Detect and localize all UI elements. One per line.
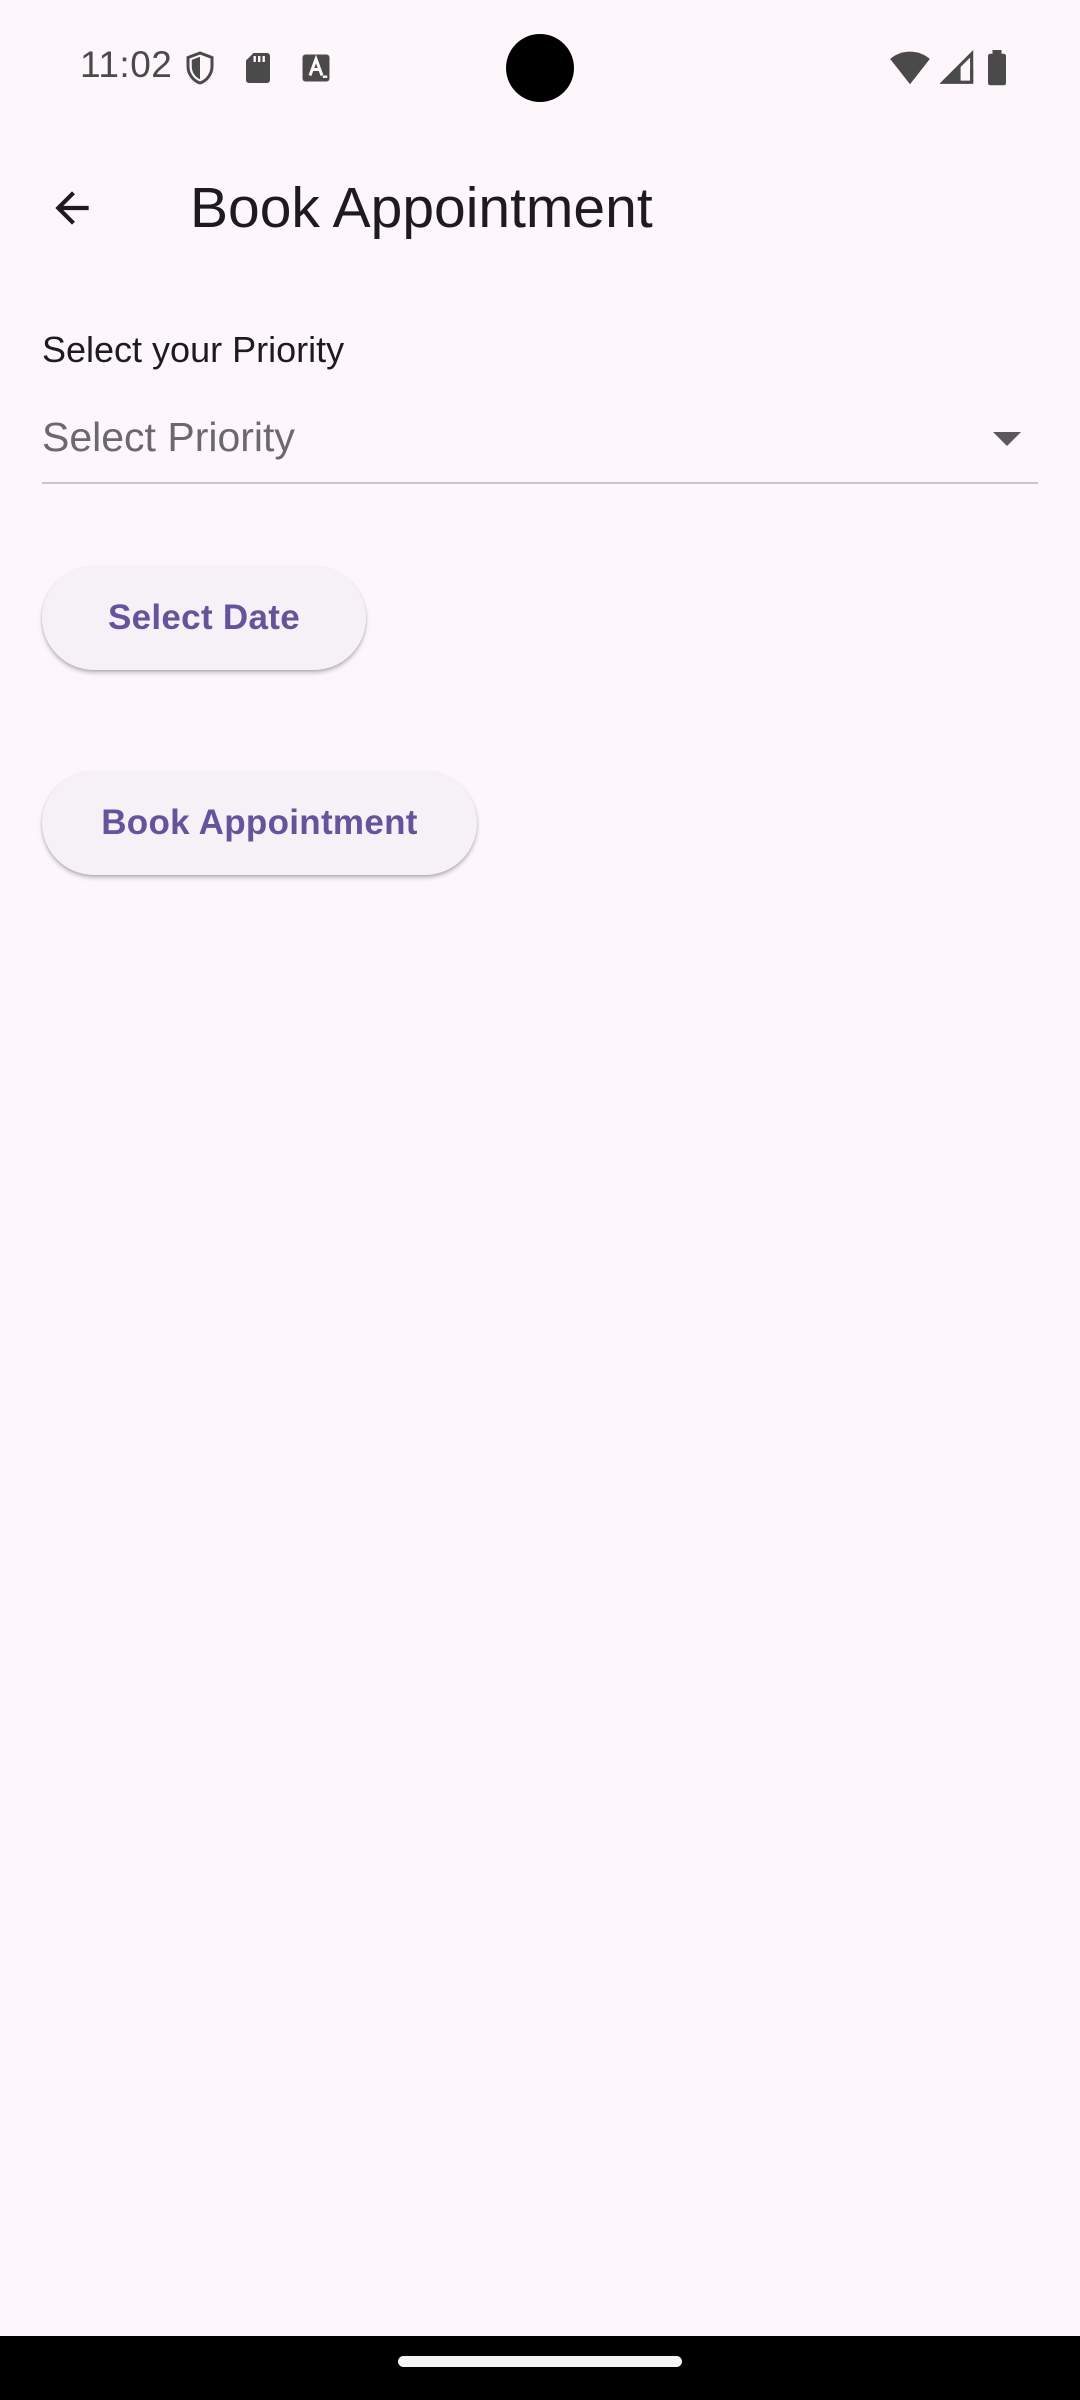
camera-cutout xyxy=(506,34,574,102)
priority-dropdown-value: Select Priority xyxy=(42,414,295,460)
battery-icon xyxy=(988,50,1006,86)
book-appointment-screen: 11:02 Book Appointment Select your Prior… xyxy=(0,0,1080,2400)
back-button[interactable] xyxy=(24,160,120,256)
select-date-button[interactable]: Select Date xyxy=(42,566,366,670)
app-bar: Book Appointment xyxy=(0,136,1080,280)
status-time: 11:02 xyxy=(80,44,173,85)
home-indicator[interactable] xyxy=(398,2356,682,2367)
sd-card-icon xyxy=(246,53,270,83)
text-icon xyxy=(302,54,330,82)
page-title: Book Appointment xyxy=(190,176,653,240)
wifi-icon xyxy=(890,51,930,85)
priority-label: Select your Priority xyxy=(42,329,345,370)
status-bar: 11:02 xyxy=(0,0,1080,136)
arrow-back-icon xyxy=(55,191,89,225)
navigation-bar xyxy=(0,2336,1080,2400)
status-left-icons xyxy=(182,50,334,86)
status-right-icons xyxy=(888,50,1008,86)
signal-icon xyxy=(940,50,974,84)
dropdown-arrow-icon xyxy=(990,428,1024,450)
book-appointment-button[interactable]: Book Appointment xyxy=(42,771,477,875)
shield-icon xyxy=(186,51,214,85)
priority-dropdown[interactable]: Select Priority xyxy=(42,398,1038,484)
